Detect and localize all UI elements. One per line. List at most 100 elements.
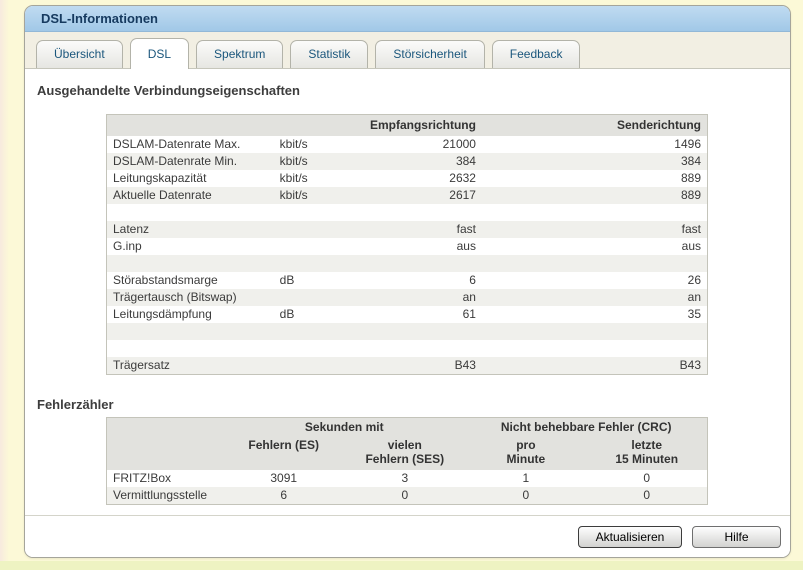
cell-unit [273, 357, 352, 375]
cell-unit: kbit/s [273, 187, 352, 204]
cell-unit: dB [279, 273, 295, 287]
connection-properties-table: Empfangsrichtung Senderichtung DSLAM-Dat… [106, 114, 708, 375]
table-row: Leitungskapazität kbit/s 2632 889 [107, 170, 708, 187]
cell-upstream: aus [681, 239, 701, 253]
cell-unit [274, 204, 352, 221]
cell-upstream [482, 340, 708, 357]
tab-statistik[interactable]: Statistik [290, 40, 369, 68]
cell-crc-per-minute: 1 [522, 471, 530, 485]
cell-downstream [351, 340, 482, 357]
cell-upstream [481, 255, 708, 272]
cell-upstream: 26 [687, 273, 701, 287]
cell-upstream [482, 204, 708, 221]
tab-feedback[interactable]: Feedback [491, 40, 581, 68]
cell-upstream: 1496 [674, 137, 701, 151]
group-header-empty [106, 417, 224, 436]
tab-stoersicherheit[interactable]: Störsicherheit [375, 40, 485, 68]
table-row-spacer [106, 323, 708, 340]
tab-uebersicht[interactable]: Übersicht [36, 40, 123, 68]
connection-table-header-row: Empfangsrichtung Senderichtung [106, 114, 708, 136]
cell-unit: kbit/s [273, 153, 352, 170]
hilfe-button[interactable]: Hilfe [692, 525, 781, 548]
cell-downstream: 2617 [351, 187, 482, 204]
col-header-line: Fehlern (ES) [248, 438, 320, 452]
col-header-letzte-15-minuten: letzte 15 Minuten [586, 436, 708, 470]
cell-downstream [351, 323, 482, 340]
section-heading-connection: Ausgehandelte Verbindungseigenschaften [37, 83, 300, 98]
cell-label: Leitungsdämpfung [113, 307, 212, 321]
cell-crc-15min: 0 [643, 471, 651, 485]
table-row: Störabstandsmarge dB 6 26 [107, 272, 708, 289]
cell-downstream: 2632 [449, 171, 476, 185]
table-row: Trägersatz B43 B43 [106, 357, 708, 375]
table-row: Latenz fast fast [106, 221, 708, 238]
aktualisieren-button[interactable]: Aktualisieren [578, 525, 682, 548]
dsl-informationen-window: DSL-Informationen Übersicht DSL Spektrum… [24, 5, 791, 558]
cell-ses: 3 [401, 471, 409, 485]
cell-upstream [481, 323, 708, 340]
col-header-line: 15 Minuten [615, 452, 679, 466]
table-row: Leitungsdämpfung dB 61 35 [107, 306, 708, 323]
cell-es: 3091 [270, 471, 298, 485]
col-header-line: pro [516, 438, 536, 452]
table-row: G.inp aus aus [107, 238, 708, 255]
table-row: Aktuelle Datenrate kbit/s 2617 889 [106, 187, 708, 204]
tab-dsl[interactable]: DSL [129, 38, 190, 69]
group-header-crc: Nicht behebbare Fehler (CRC) [465, 417, 708, 436]
cell-upstream: 889 [481, 187, 708, 204]
col-header-empty-label [106, 114, 274, 136]
tab-spektrum[interactable]: Spektrum [196, 40, 284, 68]
cell-downstream: 384 [351, 153, 482, 170]
table-row: DSLAM-Datenrate Min. kbit/s 384 384 [106, 153, 708, 170]
cell-upstream: 384 [481, 153, 708, 170]
cell-unit [274, 340, 352, 357]
col-header-empfangsrichtung: Empfangsrichtung [351, 114, 482, 136]
cell-downstream: 6 [469, 273, 476, 287]
cell-label [107, 340, 274, 357]
col-header-es: Fehlern (ES) [223, 436, 345, 470]
col-header-line: Minute [506, 452, 546, 466]
cell-es: 6 [223, 487, 345, 505]
group-header-sekunden-mit: Sekunden mit [223, 417, 466, 436]
cell-downstream: fast [351, 221, 482, 238]
cell-unit [273, 289, 352, 306]
col-header-ses: vielen Fehlern (SES) [344, 436, 466, 470]
section-heading-errors: Fehlerzähler [37, 397, 114, 412]
col-header-line: vielen [387, 438, 422, 452]
cell-downstream: an [351, 289, 482, 306]
cell-label: DSLAM-Datenrate Min. [106, 153, 274, 170]
cell-crc-15min: 0 [586, 487, 708, 505]
cell-upstream: an [481, 289, 708, 306]
col-header-pro-minute: pro Minute [465, 436, 587, 470]
cell-label: Trägertausch (Bitswap) [106, 289, 274, 306]
col-header-empty [106, 436, 224, 470]
col-header-senderichtung: Senderichtung [481, 114, 708, 136]
col-header-empty-unit [273, 114, 352, 136]
cell-unit [273, 255, 352, 272]
col-header-line: letzte [631, 438, 663, 452]
cell-label: Trägersatz [106, 357, 274, 375]
table-row: Vermittlungsstelle 6 0 0 0 [106, 487, 708, 505]
cell-unit: kbit/s [279, 171, 308, 185]
cell-label [106, 255, 274, 272]
table-row-spacer [106, 255, 708, 272]
cell-downstream: 21000 [442, 137, 476, 151]
cell-label: Störabstandsmarge [113, 273, 218, 287]
table-row-spacer [107, 340, 708, 357]
cell-unit [274, 238, 352, 255]
cell-unit: kbit/s [279, 137, 308, 151]
cell-label [107, 204, 274, 221]
tab-content-dsl: Ausgehandelte Verbindungseigenschaften E… [25, 83, 790, 505]
cell-device: FRITZ!Box [113, 471, 172, 485]
cell-upstream: 889 [680, 171, 701, 185]
error-table-group-header-row: Sekunden mit Nicht behebbare Fehler (CRC… [106, 417, 708, 436]
tab-bar: Übersicht DSL Spektrum Statistik Störsic… [25, 32, 790, 69]
error-table-sub-header-row: Fehlern (ES) vielen Fehlern (SES) pro Mi… [106, 436, 708, 470]
cell-label: Aktuelle Datenrate [106, 187, 274, 204]
cell-label [106, 323, 274, 340]
table-row: FRITZ!Box 3091 3 1 0 [107, 470, 708, 487]
table-row: Trägertausch (Bitswap) an an [106, 289, 708, 306]
cell-upstream: fast [481, 221, 708, 238]
cell-unit [273, 221, 352, 238]
error-counter-table: Sekunden mit Nicht behebbare Fehler (CRC… [106, 417, 708, 505]
